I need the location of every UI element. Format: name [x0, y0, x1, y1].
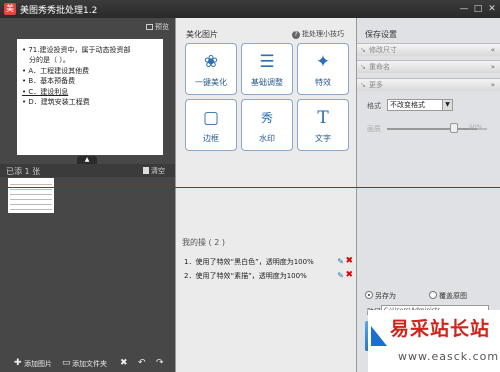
meitu-icon: 美 — [4, 3, 16, 15]
collapse-preview-button[interactable]: ▲ — [77, 156, 97, 164]
quality-value: 90% — [469, 124, 483, 131]
added-bar: 已添 1 张 清空 — [0, 164, 175, 177]
operations-title: 我的操 ( 2 ) — [182, 238, 225, 247]
thumbnail-image — [10, 180, 52, 211]
window-title: 美图秀秀批处理1.2 — [20, 6, 98, 16]
added-count: 已添 1 张 — [6, 167, 41, 176]
tool-effects[interactable]: ✦ 特效 — [297, 43, 349, 95]
image-thumbnail[interactable] — [8, 178, 54, 213]
rotate-left-button[interactable]: ↶ — [138, 358, 146, 368]
quality-label: 画质 — [367, 125, 381, 133]
tool-label: 一键美化 — [195, 78, 227, 87]
site-watermark: 易采站长站 www.easck.com — [368, 310, 500, 372]
operation-text: 1．使用了特效“黑白色”，透明度为100% — [184, 258, 314, 266]
close-button[interactable]: ✕ — [486, 3, 498, 15]
beautify-panel: 美化图片 ? 批处理小技巧 ❀ 一键美化 ☰ 基础调整 ✦ 特效 ▢ 边框 秀 水… — [175, 18, 357, 372]
radio-dot — [365, 291, 373, 299]
tips-label: 批处理小技巧 — [302, 30, 344, 38]
pin-icon: ↘ — [360, 46, 366, 54]
chevron-icon: « — [490, 46, 495, 54]
watermark-text: 易采站长站 — [390, 318, 491, 340]
quality-fill — [387, 128, 477, 130]
tool-label: 基础调整 — [251, 78, 283, 87]
rotate-right-button[interactable]: ↷ — [156, 358, 164, 368]
tool-label: 边框 — [203, 134, 219, 143]
save-as-label: 另存为 — [375, 292, 396, 300]
help-icon: ? — [292, 31, 300, 39]
save-settings-title: 保存设置 — [365, 30, 397, 39]
chevron-icon: » — [490, 81, 495, 89]
format-value: 不改变格式 — [390, 101, 425, 109]
edit-icon[interactable]: ✎ — [337, 257, 344, 266]
clear-label: 清空 — [151, 167, 165, 175]
text-icon: T — [317, 108, 329, 128]
red-guide-line — [0, 187, 500, 188]
frame-icon: ▢ — [202, 108, 220, 128]
watermark-url: www.easck.com — [398, 350, 500, 363]
delete-icon[interactable]: ✖ — [345, 256, 353, 266]
accordion-label: 更多 — [369, 81, 383, 89]
slide-line: • B．基本预备费 — [22, 77, 76, 86]
chevron-icon: » — [490, 63, 495, 71]
edit-icon[interactable]: ✎ — [337, 271, 344, 280]
beautify-title: 美化图片 — [186, 30, 218, 39]
save-as-radio[interactable]: 另存为 — [365, 291, 396, 301]
delete-icon[interactable]: ✖ — [345, 270, 353, 280]
image-list-panel: 预览 • 71.建设投资中，属于动态投资部 分的是（ ）。 • A．工程建设其他… — [0, 18, 175, 372]
flower-icon: ❀ — [203, 52, 219, 72]
tool-label: 文字 — [315, 134, 331, 143]
clear-button[interactable]: 清空 — [143, 166, 165, 176]
operation-row: 2．使用了特效“素描”，透明度为100% ✎ ✖ — [184, 270, 354, 283]
image-preview: • 71.建设投资中，属于动态投资部 分的是（ ）。 • A．工程建设其他费 •… — [17, 39, 163, 155]
preview-label: 预览 — [155, 23, 169, 31]
magic-wand-icon: ✦ — [315, 52, 331, 72]
folder-icon: ▭ — [62, 358, 71, 368]
logo-triangle-icon — [371, 326, 387, 346]
minimize-button[interactable]: — — [458, 3, 470, 15]
delete-image-button[interactable]: ✖ — [120, 358, 128, 368]
accordion-label: 修改尺寸 — [369, 46, 397, 54]
overwrite-radio[interactable]: 覆盖原图 — [429, 291, 467, 301]
slide-line: • 71.建设投资中，属于动态投资部 — [22, 46, 131, 54]
operation-row: 1．使用了特效“黑白色”，透明度为100% ✎ ✖ — [184, 256, 354, 269]
preview-icon — [146, 24, 153, 30]
quality-slider-handle[interactable] — [450, 123, 458, 133]
add-image-button[interactable]: 添加图片 — [24, 359, 52, 369]
chevron-down-icon: ▼ — [442, 100, 452, 110]
tool-auto-beautify[interactable]: ❀ 一键美化 — [185, 43, 237, 95]
slide-line: • A．工程建设其他费 — [22, 66, 90, 75]
accordion-rename[interactable]: ↘ 重命名 » — [357, 60, 500, 73]
overwrite-label: 覆盖原图 — [439, 292, 467, 300]
format-label: 格式 — [367, 102, 381, 110]
watermark-icon: 秀 — [260, 111, 273, 125]
pin-icon: ↘ — [360, 63, 366, 71]
plus-icon: ✚ — [14, 358, 22, 368]
add-folder-button[interactable]: 添加文件夹 — [72, 359, 107, 369]
tool-label: 特效 — [315, 78, 331, 87]
tips-link[interactable]: ? 批处理小技巧 — [292, 29, 344, 39]
operation-text: 2．使用了特效“素描”，透明度为100% — [184, 272, 307, 280]
trash-icon — [143, 167, 149, 174]
tool-watermark[interactable]: 秀 水印 — [241, 99, 293, 151]
slide-line: • D．建筑安装工程费 — [22, 98, 90, 107]
accordion-more[interactable]: ↘ 更多 » — [357, 78, 500, 91]
format-select[interactable]: 不改变格式 ▼ — [387, 99, 453, 111]
tool-label: 水印 — [259, 134, 275, 143]
accordion-label: 重命名 — [369, 63, 390, 71]
accordion-resize[interactable]: ↘ 修改尺寸 « — [357, 43, 500, 56]
maximize-button[interactable]: □ — [472, 3, 484, 15]
tool-text[interactable]: T 文字 — [297, 99, 349, 151]
tool-basic-adjust[interactable]: ☰ 基础调整 — [241, 43, 293, 95]
pin-icon: ↘ — [360, 81, 366, 89]
slide-line: • C．建设利息 — [22, 87, 69, 96]
title-bar: 美 美图秀秀批处理1.2 — □ ✕ — [0, 0, 500, 18]
tool-frame[interactable]: ▢ 边框 — [185, 99, 237, 151]
preview-button[interactable]: 预览 — [146, 22, 169, 32]
radio-dot — [429, 291, 437, 299]
list-toolbar: ✚ 添加图片 ▭ 添加文件夹 ✖ ↶ ↷ — [0, 355, 175, 372]
sliders-icon: ☰ — [259, 52, 275, 72]
slide-line: 分的是（ ）。 — [29, 56, 70, 65]
